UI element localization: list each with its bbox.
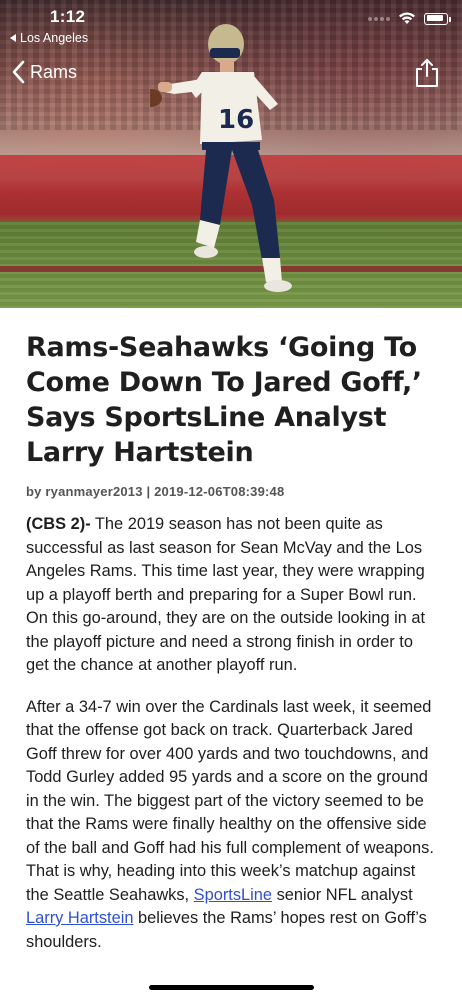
article-body: Rams-Seahawks ‘Going To Come Down To Jar… xyxy=(26,330,436,970)
back-button-label: Rams xyxy=(30,61,78,82)
article-paragraph-1: (CBS 2)- The 2019 season has not been qu… xyxy=(26,513,436,678)
status-indicators xyxy=(368,12,451,25)
back-triangle-icon xyxy=(10,34,16,42)
dateline: (CBS 2)- xyxy=(26,515,91,533)
back-to-app-label: Los Angeles xyxy=(20,31,89,45)
article-byline: by ryanmayer2013 | 2019-12-06T08:39:48 xyxy=(26,484,285,499)
share-icon[interactable] xyxy=(414,58,440,88)
home-indicator[interactable] xyxy=(149,985,314,990)
back-button[interactable]: Rams xyxy=(12,60,77,84)
status-bar: 1:12 Los Angeles xyxy=(0,0,462,50)
status-time: 1:12 xyxy=(50,7,86,26)
battery-icon xyxy=(424,12,451,25)
article-screen: 16 1:12 Los Angeles Rams Rams-Seahawks ‘… xyxy=(0,0,462,1000)
back-to-app-button[interactable]: Los Angeles xyxy=(10,31,88,45)
paragraph-2-text-b: senior NFL analyst xyxy=(272,885,413,904)
larry-hartstein-link[interactable]: Larry Hartstein xyxy=(26,909,133,927)
wifi-icon xyxy=(399,12,415,24)
sportsline-link[interactable]: SportsLine xyxy=(194,886,272,904)
article-paragraph-2: After a 34-7 win over the Cardinals last… xyxy=(26,696,436,955)
signal-icon xyxy=(368,16,390,21)
chevron-left-icon xyxy=(12,60,25,84)
article-headline: Rams-Seahawks ‘Going To Come Down To Jar… xyxy=(26,332,422,468)
battery-level xyxy=(426,15,443,21)
navigation-bar: Rams xyxy=(0,52,462,96)
paragraph-2-text-a: After a 34-7 win over the Cardinals last… xyxy=(26,697,434,904)
svg-text:16: 16 xyxy=(218,105,254,135)
paragraph-1-text: The 2019 season has not been quite as su… xyxy=(26,515,426,674)
